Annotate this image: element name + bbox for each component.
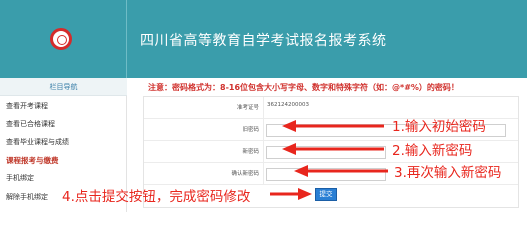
annotation-step4: 4.点击提交按钮，完成密码修改 [62, 189, 251, 205]
sidebar-item-passed-courses[interactable]: 查看已合格课程 [6, 119, 124, 129]
exam-number-label: 准考证号 [144, 97, 264, 119]
new-password-label: 新密码 [144, 141, 264, 163]
annotation-step1: 1.输入初始密码 [392, 119, 486, 135]
exam-number-value: 362124200003 [267, 102, 309, 108]
password-format-notice: 注意：密码格式为：8-16位包含大小写字母、数字和特殊字符（如：@*#%）的密码… [148, 83, 459, 92]
annotation-step2: 2.输入新密码 [392, 143, 473, 159]
sidebar-item-graduation-courses[interactable]: 查看毕业课程与成绩 [6, 137, 124, 147]
header-bar: 四川省高等教育自学考试报名报考系统 [0, 0, 527, 78]
step3-arrow-icon [294, 165, 388, 177]
step4-arrow-icon [270, 188, 312, 200]
logo-emblem-icon [50, 28, 72, 50]
old-password-label: 旧密码 [144, 119, 264, 141]
site-title: 四川省高等教育自学考试报名报考系统 [140, 33, 387, 49]
sidebar-item-open-courses[interactable]: 查看开考课程 [6, 101, 124, 111]
logo-area [0, 0, 127, 78]
confirm-password-label: 确认新密码 [144, 163, 264, 185]
sidebar-heading: 栏目导航 [0, 78, 127, 96]
annotation-step3: 3.再次输入新密码 [394, 165, 502, 181]
sidebar-item-bind-phone[interactable]: 手机绑定 [6, 173, 124, 183]
step1-arrow-icon [282, 120, 384, 132]
step2-arrow-icon [282, 143, 384, 155]
submit-button[interactable]: 提交 [315, 188, 337, 201]
sidebar-item-course-registration[interactable]: 课程报考与缴费 [6, 155, 124, 166]
